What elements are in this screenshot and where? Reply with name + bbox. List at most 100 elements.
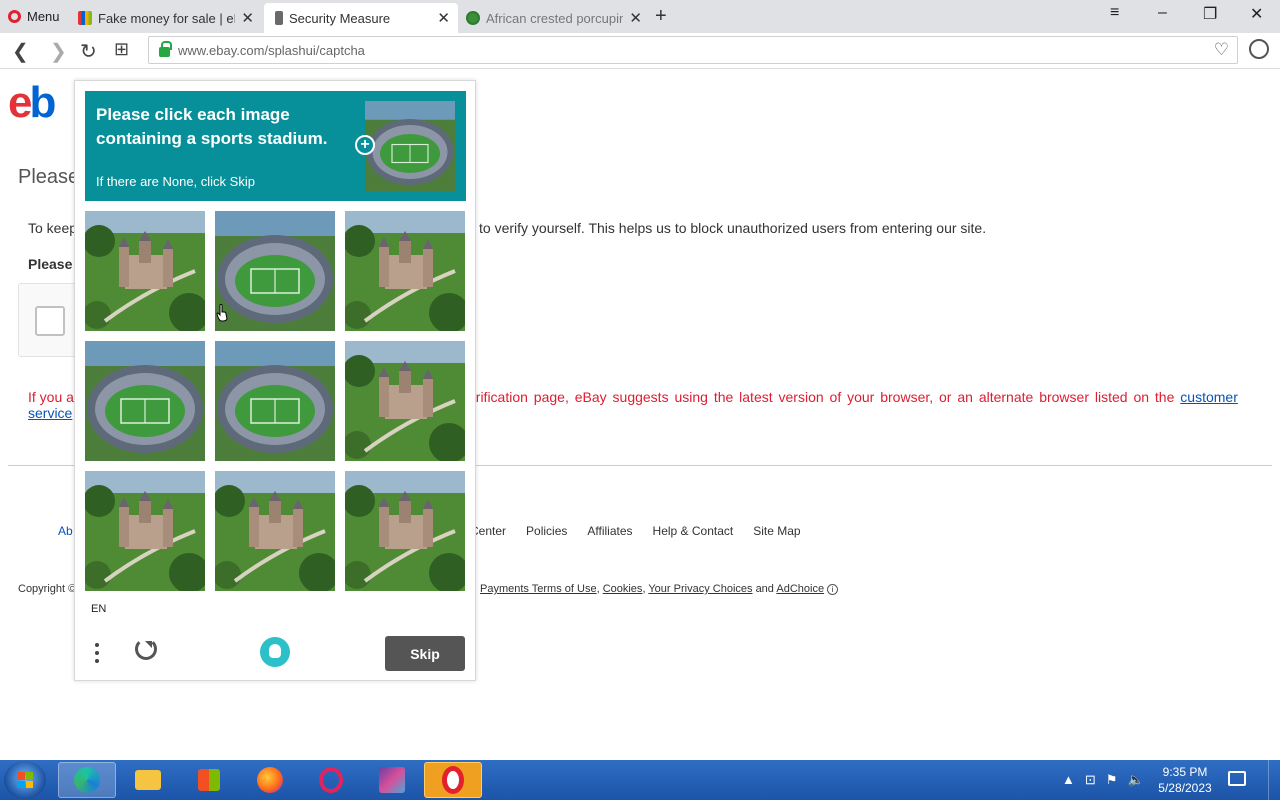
captcha-prompt: Please click each image containing a spo… [96,105,328,148]
winrar-icon[interactable] [363,762,421,798]
captcha-image-1[interactable] [85,211,205,331]
castle-image [85,471,205,591]
skip-button[interactable]: Skip [385,636,465,671]
new-tab-icon[interactable]: + [655,5,667,28]
adchoice-link[interactable]: AdChoice [776,583,824,595]
reload-icon[interactable]: ↻ [80,39,97,64]
page-heading: Please [18,166,80,188]
captcha-sample-image [365,101,455,191]
captcha-image-5[interactable] [215,341,335,461]
hand-cursor-icon [216,304,228,322]
back-icon[interactable]: ❮ [12,39,29,64]
window-close-icon[interactable]: ✕ [1250,4,1263,24]
captcha-checkbox-container [18,283,78,357]
close-icon[interactable]: ✕ [241,9,254,27]
action-center-icon[interactable]: ⚑ [1106,772,1118,788]
start-button[interactable] [4,761,46,799]
captcha-image-4[interactable] [85,341,205,461]
network-icon[interactable]: ⊡ [1085,772,1096,788]
opera-gx-icon[interactable] [302,762,360,798]
ebay-logo[interactable]: eb [8,78,56,128]
clock-time: 9:35 PM [1162,765,1208,779]
speed-dial-icon[interactable]: ⊞ [114,39,129,60]
tab-security-measure[interactable]: Security Measure ✕ [264,3,458,33]
ebay-icon [78,11,92,25]
footer-link-sitemap[interactable]: Site Map [753,524,800,538]
captcha-image-8[interactable] [215,471,335,591]
captcha-skip-hint: If there are None, click Skip [96,174,255,189]
logo-b: b [29,78,56,127]
captcha-image-6[interactable] [345,341,465,461]
instruction-label: Please [28,256,73,272]
tab-menu-icon[interactable]: ≡ [1110,4,1119,22]
intro-text-left: To keep [28,220,78,236]
system-tray: ▲ ⊡ ⚑ 🔈 [1062,772,1144,788]
warning-text-right: erification page, eBay suggests using th… [468,389,1238,405]
info-icon[interactable]: i [827,584,839,595]
bookmark-heart-icon[interactable]: ♡ [1214,40,1229,60]
legal-links: Payments Terms of Use, Cookies, Your Pri… [480,583,839,595]
captcha-image-7[interactable] [85,471,205,591]
warning-text-left: If you a [28,389,74,405]
castle-image [345,471,465,591]
captcha-image-grid [85,211,466,592]
windows-logo-icon [17,772,33,788]
show-hidden-icons[interactable]: ▲ [1062,772,1075,788]
captcha-header: Please click each image containing a spo… [85,91,466,201]
edge-icon[interactable] [58,762,116,798]
store-icon[interactable] [180,762,238,798]
hcaptcha-logo-icon[interactable] [260,637,290,667]
close-icon[interactable]: ✕ [629,9,642,27]
firefox-icon[interactable] [241,762,299,798]
customer-service-link-2[interactable]: service [28,405,72,421]
tab-ebay[interactable]: Fake money for sale | eBay ✕ [70,3,262,33]
footer-link-help[interactable]: Help & Contact [653,524,734,538]
browser-menu-button[interactable]: Menu [0,0,68,33]
language-selector[interactable]: EN [91,603,106,615]
stadium-image [215,341,335,461]
more-options-icon[interactable] [95,639,99,667]
captcha-dialog: Please click each image containing a spo… [74,80,476,681]
captcha-image-9[interactable] [345,471,465,591]
minimize-icon[interactable]: – [1158,4,1167,22]
menu-label: Menu [27,9,60,24]
footer-about-link[interactable]: Ab [58,524,73,538]
clock[interactable]: 9:35 PM 5/28/2023 [1150,764,1220,796]
stadium-image [215,211,335,331]
account-icon[interactable] [1249,39,1269,59]
intro-text-right: to verify yourself. This helps us to blo… [479,220,987,236]
close-icon[interactable]: ✕ [437,9,450,27]
warning-text: erification page, eBay suggests using th… [468,389,1175,405]
captcha-image-2[interactable] [215,211,335,331]
file-explorer-icon[interactable] [119,762,177,798]
footer-link-affiliates[interactable]: Affiliates [587,524,632,538]
captcha-checkbox[interactable] [35,306,65,336]
stadium-image [85,341,205,461]
restore-icon[interactable]: ❐ [1203,4,1217,24]
tab-porcupine[interactable]: African crested porcupine ✕ [458,3,650,33]
secure-lock-icon [159,41,172,57]
captcha-image-3[interactable] [345,211,465,331]
payments-terms-link[interactable]: Payments Terms of Use [480,583,597,595]
lock-icon [275,11,283,25]
forward-icon[interactable]: ❯ [50,39,67,64]
footer-link-policies[interactable]: Policies [526,524,567,538]
tab-label: Security Measure [289,10,391,26]
show-desktop-button[interactable] [1268,760,1280,800]
clock-date: 5/28/2023 [1158,781,1212,795]
refresh-challenge-icon[interactable] [135,638,157,660]
legal-and: and [755,583,774,595]
castle-image [85,211,205,331]
customer-service-link[interactable]: customer [1180,389,1238,405]
url-field[interactable]: www.ebay.com/splashui/captcha ♡ [148,36,1238,64]
castle-image [345,341,465,461]
footer-links: Center Policies Affiliates Help & Contac… [470,524,801,538]
privacy-choices-link[interactable]: Your Privacy Choices [648,583,752,595]
opera-icon[interactable] [424,762,482,798]
copyright: Copyright © [18,583,77,595]
cookies-link[interactable]: Cookies [603,583,643,595]
notifications-icon[interactable] [1228,771,1246,786]
expand-sample-icon[interactable]: + [355,135,375,155]
volume-icon[interactable]: 🔈 [1127,772,1143,788]
address-bar: ❮ ❯ ↻ ⊞ www.ebay.com/splashui/captcha ♡ [0,33,1280,69]
